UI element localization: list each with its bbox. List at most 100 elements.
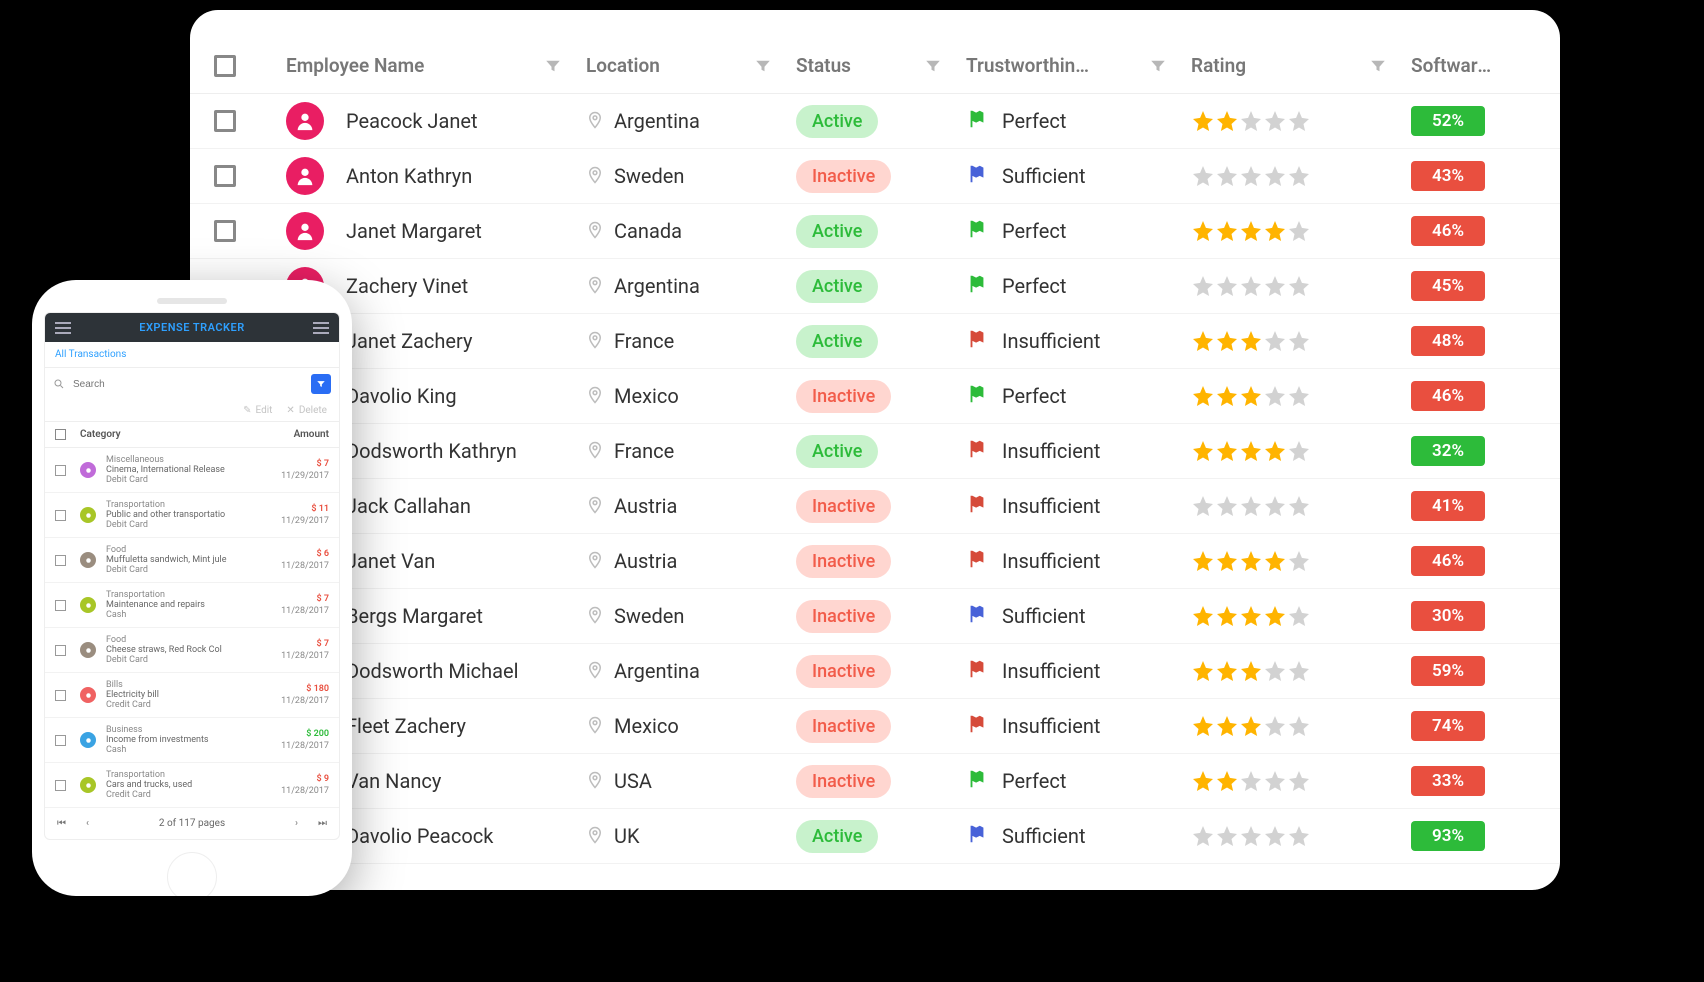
edit-button[interactable]: ✎ Edit <box>243 405 272 416</box>
pin-icon <box>586 550 604 572</box>
rating-stars[interactable] <box>1191 604 1311 628</box>
column-header-rating[interactable]: Rating <box>1191 54 1411 77</box>
table-row[interactable]: Davolio KingMexicoInactivePerfect46% <box>190 369 1560 424</box>
rating-stars[interactable] <box>1191 494 1311 518</box>
pager-first[interactable]: ⏮ <box>57 818 66 829</box>
home-button[interactable] <box>167 852 217 896</box>
date: 11/28/2017 <box>281 696 329 706</box>
column-header-location[interactable]: Location <box>586 54 796 77</box>
rating-stars[interactable] <box>1191 274 1311 298</box>
row-checkbox[interactable] <box>214 110 236 132</box>
employee-name: Janet Zachery <box>346 329 472 353</box>
rating-stars[interactable] <box>1191 384 1311 408</box>
list-item[interactable]: TransportationMaintenance and repairsCas… <box>45 583 339 628</box>
flag-icon <box>966 163 1002 190</box>
pager-last[interactable]: ⏭ <box>318 818 327 829</box>
rating-stars[interactable] <box>1191 329 1311 353</box>
description: Cinema, International Release <box>106 465 236 475</box>
table-row[interactable]: Janet ZacheryFranceActiveInsufficient48% <box>190 314 1560 369</box>
rating-stars[interactable] <box>1191 714 1311 738</box>
table-row[interactable]: Van NancyUSAInactivePerfect33% <box>190 754 1560 809</box>
employee-name: Anton Kathryn <box>346 164 472 188</box>
pin-icon <box>586 220 604 242</box>
row-checkbox[interactable] <box>55 465 66 476</box>
pin-icon <box>586 165 604 187</box>
row-checkbox[interactable] <box>214 220 236 242</box>
rating-stars[interactable] <box>1191 659 1311 683</box>
table-row[interactable]: Janet VanAustriaInactiveInsufficient46% <box>190 534 1560 589</box>
payment-method: Cash <box>106 610 281 620</box>
filter-icon <box>316 379 326 389</box>
list-item[interactable]: BusinessIncome from investmentsCash$ 200… <box>45 718 339 763</box>
table-row[interactable]: Zachery VinetArgentinaActivePerfect45% <box>190 259 1560 314</box>
rating-stars[interactable] <box>1191 769 1311 793</box>
select-all-checkbox[interactable] <box>55 429 66 440</box>
status-badge: Inactive <box>796 655 891 688</box>
avatar <box>286 157 324 195</box>
pager-prev[interactable]: ‹ <box>86 818 89 829</box>
list-item[interactable]: TransportationPublic and other transport… <box>45 493 339 538</box>
location-value: Sweden <box>614 164 684 188</box>
rating-stars[interactable] <box>1191 549 1311 573</box>
location-value: France <box>614 329 674 353</box>
settings-icon[interactable] <box>313 322 329 334</box>
row-checkbox[interactable] <box>55 735 66 746</box>
pin-icon <box>586 495 604 517</box>
pin-icon <box>586 825 604 847</box>
category-label: Food <box>106 545 281 555</box>
list-item[interactable]: TransportationCars and trucks, usedCredi… <box>45 763 339 808</box>
row-checkbox[interactable] <box>214 165 236 187</box>
pager: ⏮ ‹ 2 of 117 pages › ⏭ <box>45 808 339 839</box>
row-checkbox[interactable] <box>55 555 66 566</box>
pager-next[interactable]: › <box>295 818 298 829</box>
column-header-name[interactable]: Employee Name <box>286 54 586 77</box>
row-checkbox[interactable] <box>55 510 66 521</box>
column-header-trust[interactable]: Trustworthin… <box>966 54 1191 77</box>
filter-icon[interactable] <box>544 57 562 75</box>
pin-icon <box>586 110 604 132</box>
filter-icon[interactable] <box>924 57 942 75</box>
trust-value: Insufficient <box>1002 494 1100 518</box>
table-row[interactable]: Dodsworth MichaelArgentinaInactiveInsuff… <box>190 644 1560 699</box>
payment-method: Debit Card <box>106 520 281 530</box>
list-item[interactable]: FoodMuffuletta sandwich, Mint juleDebit … <box>45 538 339 583</box>
table-row[interactable]: Janet MargaretCanadaActivePerfect46% <box>190 204 1560 259</box>
row-checkbox[interactable] <box>55 780 66 791</box>
row-checkbox[interactable] <box>55 600 66 611</box>
percent-badge: 48% <box>1411 326 1485 356</box>
table-row[interactable]: Bergs MargaretSwedenInactiveSufficient30… <box>190 589 1560 644</box>
select-all-checkbox[interactable] <box>214 55 236 77</box>
filter-icon[interactable] <box>1369 57 1387 75</box>
percent-badge: 33% <box>1411 766 1485 796</box>
list-item[interactable]: MiscellaneousCinema, International Relea… <box>45 448 339 493</box>
rating-stars[interactable] <box>1191 219 1311 243</box>
rating-stars[interactable] <box>1191 164 1311 188</box>
column-header-status[interactable]: Status <box>796 54 966 77</box>
list-item[interactable]: FoodCheese straws, Red Rock ColDebit Car… <box>45 628 339 673</box>
list-item[interactable]: BillsElectricity billCredit Card$ 18011/… <box>45 673 339 718</box>
rating-stars[interactable] <box>1191 109 1311 133</box>
list-header: Category Amount <box>45 422 339 448</box>
filter-button[interactable] <box>311 374 331 394</box>
filter-icon[interactable] <box>1149 57 1167 75</box>
table-row[interactable]: Anton KathrynSwedenInactiveSufficient43% <box>190 149 1560 204</box>
table-row[interactable]: Jack CallahanAustriaInactiveInsufficient… <box>190 479 1560 534</box>
row-checkbox[interactable] <box>55 690 66 701</box>
column-header-software[interactable]: Software F <box>1411 54 1521 77</box>
table-row[interactable]: Fleet ZacheryMexicoInactiveInsufficient7… <box>190 699 1560 754</box>
rating-stars[interactable] <box>1191 824 1311 848</box>
delete-button[interactable]: ✕ Delete <box>286 405 327 416</box>
rating-stars[interactable] <box>1191 439 1311 463</box>
table-row[interactable]: Davolio PeacockUKActiveSufficient93% <box>190 809 1560 864</box>
search-input[interactable] <box>71 375 305 394</box>
description: Maintenance and repairs <box>106 600 236 610</box>
pin-icon <box>586 440 604 462</box>
date: 11/28/2017 <box>281 741 329 751</box>
employee-name: Janet Van <box>346 549 435 573</box>
menu-icon[interactable] <box>55 322 71 334</box>
category-icon <box>80 597 96 613</box>
table-row[interactable]: Dodsworth KathrynFranceActiveInsufficien… <box>190 424 1560 479</box>
table-row[interactable]: Peacock JanetArgentinaActivePerfect52% <box>190 94 1560 149</box>
filter-icon[interactable] <box>754 57 772 75</box>
row-checkbox[interactable] <box>55 645 66 656</box>
